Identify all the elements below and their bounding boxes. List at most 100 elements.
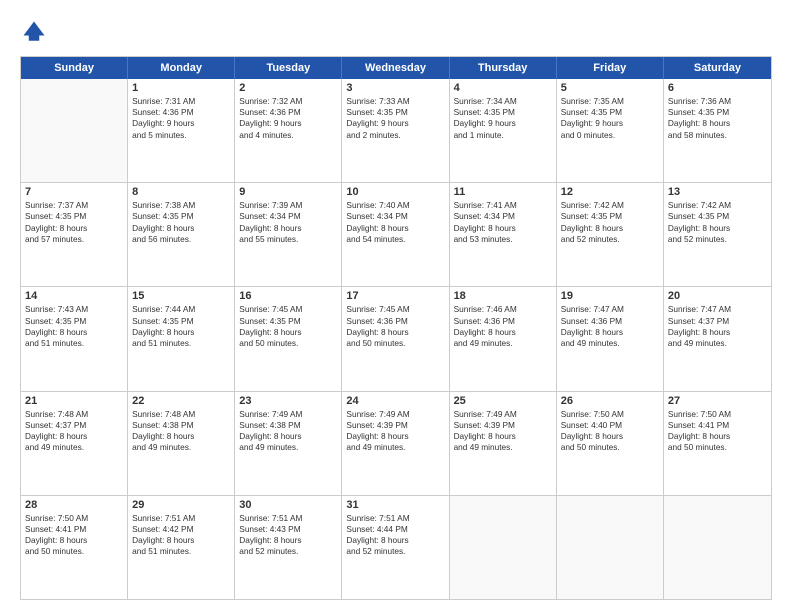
cell-info-line: Sunset: 4:35 PM: [668, 107, 767, 118]
day-number: 29: [132, 499, 230, 511]
cell-info-line: and 52 minutes.: [561, 234, 659, 245]
cell-info-line: Daylight: 8 hours: [668, 118, 767, 129]
calendar-cell: 8Sunrise: 7:38 AMSunset: 4:35 PMDaylight…: [128, 183, 235, 286]
cell-info-line: and 49 minutes.: [454, 338, 552, 349]
cell-info-line: Daylight: 8 hours: [668, 327, 767, 338]
cell-info-line: Daylight: 9 hours: [346, 118, 444, 129]
logo: [20, 18, 54, 46]
calendar-body: 1Sunrise: 7:31 AMSunset: 4:36 PMDaylight…: [21, 79, 771, 599]
cell-info-line: and 51 minutes.: [25, 338, 123, 349]
calendar-cell: 31Sunrise: 7:51 AMSunset: 4:44 PMDayligh…: [342, 496, 449, 599]
cell-info-line: and 52 minutes.: [239, 546, 337, 557]
calendar-cell: 22Sunrise: 7:48 AMSunset: 4:38 PMDayligh…: [128, 392, 235, 495]
header-day-monday: Monday: [128, 57, 235, 79]
cell-info-line: Daylight: 8 hours: [561, 431, 659, 442]
cell-info-line: Daylight: 8 hours: [454, 431, 552, 442]
cell-info-line: Daylight: 8 hours: [25, 431, 123, 442]
day-number: 1: [132, 82, 230, 94]
cell-info-line: Daylight: 8 hours: [668, 431, 767, 442]
cell-info-line: Sunrise: 7:47 AM: [561, 304, 659, 315]
cell-info-line: Sunrise: 7:32 AM: [239, 96, 337, 107]
day-number: 25: [454, 395, 552, 407]
cell-info-line: Sunrise: 7:34 AM: [454, 96, 552, 107]
cell-info-line: Daylight: 9 hours: [132, 118, 230, 129]
cell-info-line: Sunrise: 7:48 AM: [25, 409, 123, 420]
cell-info-line: Daylight: 9 hours: [454, 118, 552, 129]
calendar-cell: 27Sunrise: 7:50 AMSunset: 4:41 PMDayligh…: [664, 392, 771, 495]
cell-info-line: and 4 minutes.: [239, 130, 337, 141]
calendar-row-0: 1Sunrise: 7:31 AMSunset: 4:36 PMDaylight…: [21, 79, 771, 183]
cell-info-line: Sunrise: 7:50 AM: [668, 409, 767, 420]
cell-info-line: Sunset: 4:34 PM: [239, 211, 337, 222]
cell-info-line: Daylight: 8 hours: [132, 431, 230, 442]
cell-info-line: Sunrise: 7:50 AM: [25, 513, 123, 524]
cell-info-line: Sunrise: 7:41 AM: [454, 200, 552, 211]
cell-info-line: Sunrise: 7:46 AM: [454, 304, 552, 315]
cell-info-line: and 2 minutes.: [346, 130, 444, 141]
day-number: 19: [561, 290, 659, 302]
calendar-cell: 3Sunrise: 7:33 AMSunset: 4:35 PMDaylight…: [342, 79, 449, 182]
calendar-cell: [21, 79, 128, 182]
day-number: 28: [25, 499, 123, 511]
cell-info-line: and 50 minutes.: [346, 338, 444, 349]
cell-info-line: Daylight: 8 hours: [346, 327, 444, 338]
cell-info-line: Daylight: 8 hours: [239, 223, 337, 234]
calendar-row-3: 21Sunrise: 7:48 AMSunset: 4:37 PMDayligh…: [21, 392, 771, 496]
cell-info-line: Sunrise: 7:43 AM: [25, 304, 123, 315]
logo-icon: [20, 18, 48, 46]
cell-info-line: Sunset: 4:35 PM: [454, 107, 552, 118]
cell-info-line: Sunset: 4:35 PM: [132, 316, 230, 327]
cell-info-line: Sunrise: 7:36 AM: [668, 96, 767, 107]
calendar-cell: 25Sunrise: 7:49 AMSunset: 4:39 PMDayligh…: [450, 392, 557, 495]
day-number: 31: [346, 499, 444, 511]
cell-info-line: Sunrise: 7:38 AM: [132, 200, 230, 211]
calendar-cell: 18Sunrise: 7:46 AMSunset: 4:36 PMDayligh…: [450, 287, 557, 390]
cell-info-line: Sunrise: 7:31 AM: [132, 96, 230, 107]
calendar: SundayMondayTuesdayWednesdayThursdayFrid…: [20, 56, 772, 600]
calendar-cell: 12Sunrise: 7:42 AMSunset: 4:35 PMDayligh…: [557, 183, 664, 286]
header-day-wednesday: Wednesday: [342, 57, 449, 79]
cell-info-line: Sunset: 4:39 PM: [346, 420, 444, 431]
calendar-cell: 11Sunrise: 7:41 AMSunset: 4:34 PMDayligh…: [450, 183, 557, 286]
cell-info-line: Daylight: 8 hours: [668, 223, 767, 234]
cell-info-line: Sunrise: 7:33 AM: [346, 96, 444, 107]
cell-info-line: Daylight: 8 hours: [132, 327, 230, 338]
calendar-cell: 2Sunrise: 7:32 AMSunset: 4:36 PMDaylight…: [235, 79, 342, 182]
day-number: 16: [239, 290, 337, 302]
cell-info-line: Daylight: 8 hours: [454, 327, 552, 338]
cell-info-line: and 55 minutes.: [239, 234, 337, 245]
day-number: 7: [25, 186, 123, 198]
cell-info-line: Sunrise: 7:49 AM: [346, 409, 444, 420]
cell-info-line: Daylight: 8 hours: [239, 431, 337, 442]
day-number: 30: [239, 499, 337, 511]
cell-info-line: Daylight: 8 hours: [25, 327, 123, 338]
calendar-cell: 5Sunrise: 7:35 AMSunset: 4:35 PMDaylight…: [557, 79, 664, 182]
cell-info-line: and 54 minutes.: [346, 234, 444, 245]
cell-info-line: and 52 minutes.: [668, 234, 767, 245]
day-number: 21: [25, 395, 123, 407]
calendar-row-1: 7Sunrise: 7:37 AMSunset: 4:35 PMDaylight…: [21, 183, 771, 287]
cell-info-line: Sunset: 4:36 PM: [132, 107, 230, 118]
cell-info-line: and 5 minutes.: [132, 130, 230, 141]
day-number: 6: [668, 82, 767, 94]
day-number: 24: [346, 395, 444, 407]
calendar-cell: 16Sunrise: 7:45 AMSunset: 4:35 PMDayligh…: [235, 287, 342, 390]
day-number: 9: [239, 186, 337, 198]
cell-info-line: Sunset: 4:36 PM: [454, 316, 552, 327]
cell-info-line: Sunset: 4:40 PM: [561, 420, 659, 431]
cell-info-line: Sunrise: 7:44 AM: [132, 304, 230, 315]
calendar-cell: 20Sunrise: 7:47 AMSunset: 4:37 PMDayligh…: [664, 287, 771, 390]
calendar-header: SundayMondayTuesdayWednesdayThursdayFrid…: [21, 57, 771, 79]
calendar-row-4: 28Sunrise: 7:50 AMSunset: 4:41 PMDayligh…: [21, 496, 771, 599]
calendar-cell: 6 Sunrise: 7:36 AMSunset: 4:35 PMDaylight…: [664, 79, 771, 182]
cell-info-line: Sunrise: 7:50 AM: [561, 409, 659, 420]
day-number: 27: [668, 395, 767, 407]
cell-info-line: and 50 minutes.: [561, 442, 659, 453]
day-number: 5: [561, 82, 659, 94]
calendar-cell: 19Sunrise: 7:47 AMSunset: 4:36 PMDayligh…: [557, 287, 664, 390]
cell-info-line: Sunset: 4:35 PM: [561, 107, 659, 118]
calendar-cell: [664, 496, 771, 599]
cell-info-line: Daylight: 8 hours: [25, 535, 123, 546]
day-number: 22: [132, 395, 230, 407]
day-number: 4: [454, 82, 552, 94]
